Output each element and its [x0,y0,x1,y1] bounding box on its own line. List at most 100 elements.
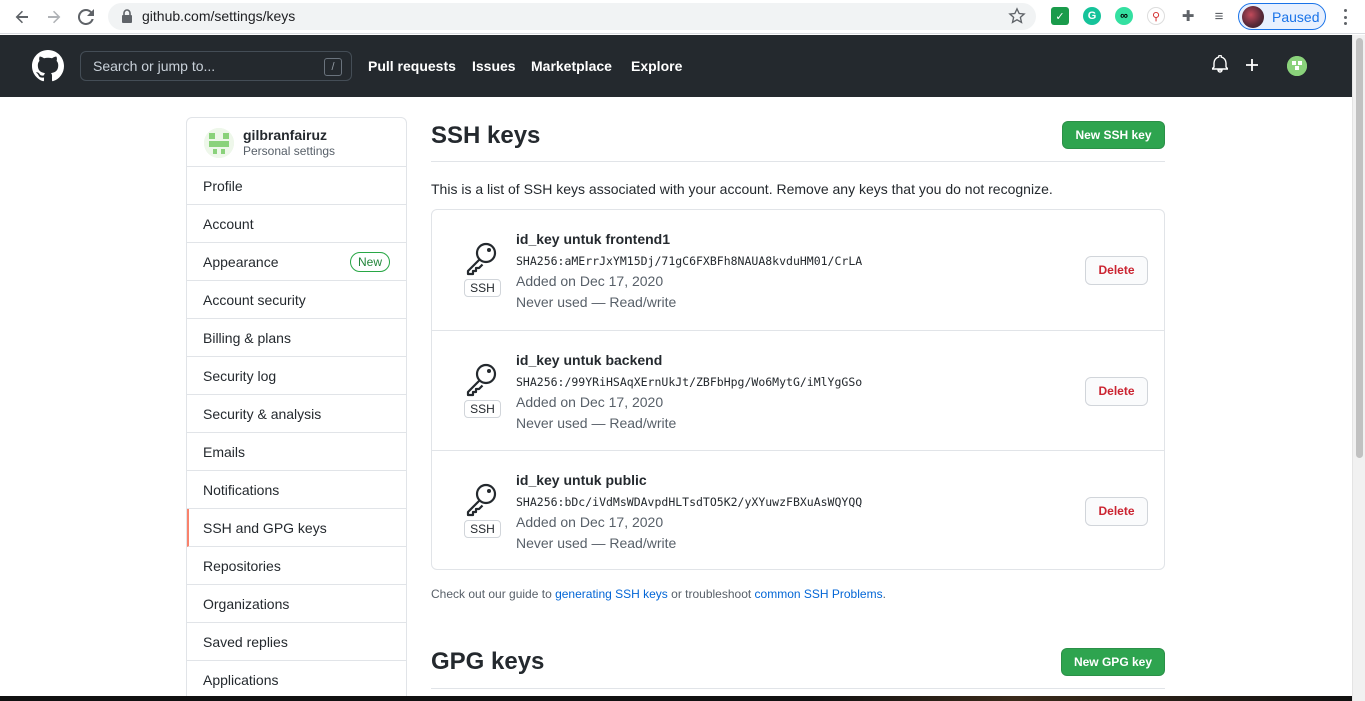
browser-toolbar: github.com/settings/keys ✓ G ∞ ⚲ ✚ ≡ Pau… [0,0,1365,34]
key-usage: Never used — Read/write [516,415,677,431]
sidebar-item-profile[interactable]: Profile [187,167,406,205]
ssh-key-row: SSH id_key untuk frontend1 SHA256:aMErrJ… [432,210,1164,330]
sidebar-item-saved-replies[interactable]: Saved replies [187,623,406,661]
key-usage: Never used — Read/write [516,294,677,310]
user-avatar[interactable] [1287,56,1307,76]
sidebar-item-account[interactable]: Account [187,205,406,243]
grammarly-extension-icon[interactable]: G [1083,7,1101,25]
reload-button[interactable] [74,5,98,29]
delete-key-button[interactable]: Delete [1085,256,1148,285]
sidebar-item-security-log[interactable]: Security log [187,357,406,395]
key-added-date: Added on Dec 17, 2020 [516,273,664,289]
nav-marketplace[interactable]: Marketplace [531,58,612,74]
gpg-section-title: GPG keys [431,648,545,675]
sidebar-item-label: Repositories [203,558,281,574]
bell-icon[interactable] [1212,55,1228,73]
github-header: Search or jump to... / Pull requests Iss… [0,35,1352,104]
new-badge: New [349,252,390,272]
ssh-intro-text: This is a list of SSH keys associated wi… [431,181,1053,197]
sidebar-item-emails[interactable]: Emails [187,433,406,471]
sidebar-item-label: Emails [203,444,246,460]
key-title: id_key untuk public [516,472,647,488]
sidebar-item-account-security[interactable]: Account security [187,281,406,319]
generating-ssh-keys-link[interactable]: generating SSH keys [555,587,668,601]
arrow-right-icon [48,10,61,24]
guide-prefix: Check out our guide to [431,587,556,601]
ssh-key-row: SSH id_key untuk backend SHA256:/99YRiHS… [432,330,1164,450]
forward-button[interactable] [42,5,66,29]
url-text: github.com/settings/keys [142,8,296,24]
sidebar-item-label: Appearance [203,254,279,270]
avatar-chevron-down-icon[interactable] [1311,100,1319,104]
sidebar-item-label: Security & analysis [203,406,322,422]
arrow-left-icon [15,10,28,24]
puzzle-extensions-icon[interactable]: ✚ [1179,7,1197,25]
sidebar-user-header[interactable]: gilbranfairuz Personal settings [187,118,406,167]
sidebar-item-label: Applications [203,672,279,688]
search-shortcut-key: / [324,58,342,76]
common-ssh-problems-link[interactable]: common SSH Problems [755,587,883,601]
sidebar-item-label: SSH and GPG keys [203,520,327,536]
key-added-date: Added on Dec 17, 2020 [516,394,664,410]
ssh-type-label: SSH [464,520,501,538]
bike-extension-icon[interactable]: ⚲ [1147,7,1165,25]
key-icon [466,242,497,276]
bookmark-star-icon[interactable] [1008,7,1026,25]
new-gpg-key-button[interactable]: New GPG key [1061,648,1165,676]
sidebar-item-ssh-gpg-keys[interactable]: SSH and GPG keys [187,509,406,547]
scrollbar-thumb[interactable] [1356,38,1363,458]
key-usage: Never used — Read/write [516,535,677,551]
reload-icon [78,9,94,25]
search-input[interactable]: Search or jump to... / [80,51,352,81]
plus-icon[interactable] [1245,58,1259,72]
sidebar-item-label: Saved replies [203,634,288,650]
sidebar-subtitle: Personal settings [243,144,336,158]
ssh-type-label: SSH [464,400,501,418]
page-title: SSH keys [431,122,541,149]
tripadvisor-extension-icon[interactable]: ∞ [1115,7,1133,25]
settings-sidebar: gilbranfairuz Personal settings Profile … [186,117,407,701]
guide-suffix: . [882,587,886,601]
sidebar-item-label: Account security [203,292,306,308]
sidebar-item-repositories[interactable]: Repositories [187,547,406,585]
title-divider [431,161,1165,162]
shield-extension-icon[interactable]: ✓ [1051,7,1069,25]
identicon-icon [204,128,234,158]
delete-key-button[interactable]: Delete [1085,377,1148,406]
sidebar-item-label: Security log [203,368,277,384]
sidebar-item-billing[interactable]: Billing & plans [187,319,406,357]
sidebar-item-organizations[interactable]: Organizations [187,585,406,623]
nav-issues[interactable]: Issues [472,58,516,74]
page-scrollbar[interactable] [1352,35,1365,701]
nav-explore[interactable]: Explore [631,58,682,74]
chevron-down-icon[interactable] [1263,100,1271,104]
ssh-type-label: SSH [464,279,501,297]
sidebar-item-label: Account [203,216,254,232]
sidebar-item-appearance[interactable]: Appearance New [187,243,406,281]
sidebar-item-applications[interactable]: Applications [187,661,406,699]
sidebar-item-security-analysis[interactable]: Security & analysis [187,395,406,433]
browser-menu-icon[interactable] [1338,7,1352,27]
gpg-divider [431,688,1165,689]
profile-avatar [1242,5,1264,28]
search-placeholder: Search or jump to... [93,58,216,74]
sidebar-item-label: Notifications [203,482,280,498]
address-bar[interactable]: github.com/settings/keys [108,3,1036,30]
back-button[interactable] [10,5,34,29]
key-fingerprint: SHA256:bDc/iVdMsWDAvpdHLTsdTO5K2/yXYuwzF… [516,495,863,509]
key-added-date: Added on Dec 17, 2020 [516,514,664,530]
profile-chip[interactable]: Paused [1238,3,1326,30]
media-queue-icon[interactable]: ≡ [1210,7,1228,25]
nav-pull-requests[interactable]: Pull requests [368,58,456,74]
ssh-guide-text: Check out our guide to generating SSH ke… [431,587,886,601]
identicon-icon [1287,56,1307,76]
github-logo-icon[interactable] [32,50,64,82]
new-ssh-key-button[interactable]: New SSH key [1062,121,1165,149]
delete-key-button[interactable]: Delete [1085,497,1148,526]
taskbar-edge [0,696,1352,701]
sidebar-item-notifications[interactable]: Notifications [187,471,406,509]
lock-icon [122,9,132,23]
sidebar-username[interactable]: gilbranfairuz [243,127,327,143]
sidebar-item-label: Organizations [203,596,290,612]
key-title: id_key untuk frontend1 [516,231,671,247]
